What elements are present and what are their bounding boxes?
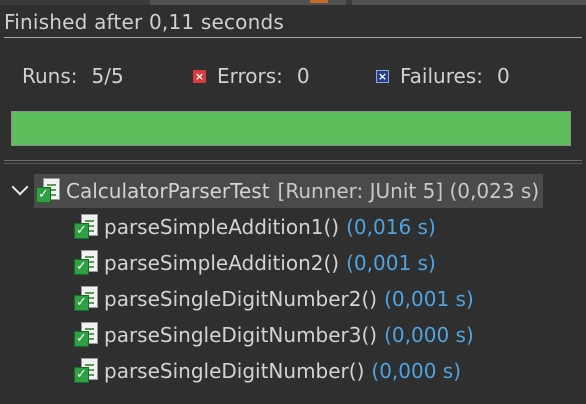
status-text: Finished after 0,11 seconds <box>4 10 284 34</box>
test-row[interactable]: ✓ parseSingleDigitNumber() (0,000 s) <box>72 354 461 388</box>
progress-fill <box>12 112 570 145</box>
tab-hint[interactable] <box>352 0 586 5</box>
test-time: (0,016 s) <box>346 215 436 239</box>
errors-counter: × Errors: 0 <box>193 64 310 88</box>
test-row[interactable]: ✓ parseSingleDigitNumber3() (0,000 s) <box>72 318 474 352</box>
errors-value: 0 <box>296 64 310 88</box>
status-divider <box>4 37 582 38</box>
test-name: parseSimpleAddition2() <box>104 251 340 275</box>
test-row[interactable]: ✓ parseSimpleAddition1() (0,016 s) <box>72 210 436 244</box>
chevron-down-icon[interactable] <box>8 174 34 208</box>
failures-counter: × Failures: 0 <box>376 64 510 88</box>
test-name: parseSingleDigitNumber3() <box>104 323 378 347</box>
runs-counter: Runs: 5/5 <box>22 64 124 88</box>
errors-label: Errors: <box>217 64 283 88</box>
test-row[interactable]: ✓ parseSingleDigitNumber2() (0,001 s) <box>72 282 474 316</box>
test-time: (0,000 s) <box>371 359 462 383</box>
error-icon: × <box>193 69 206 83</box>
test-name: parseSingleDigitNumber() <box>104 359 365 383</box>
top-tab-strip <box>0 0 586 5</box>
runs-label: Runs: <box>22 64 78 88</box>
suite-meta: [Runner: JUnit 5] (0,023 s) <box>277 179 540 203</box>
test-ok-icon: ✓ <box>72 320 102 350</box>
failures-value: 0 <box>496 64 510 88</box>
runs-value: 5/5 <box>91 64 124 88</box>
test-time: (0,000 s) <box>384 323 474 347</box>
section-divider <box>4 160 582 161</box>
test-ok-icon: ✓ <box>72 248 102 278</box>
test-time: (0,001 s) <box>346 251 436 275</box>
progress-bar <box>11 111 571 146</box>
tab-hint[interactable] <box>150 0 346 5</box>
test-ok-icon: ✓ <box>72 356 102 386</box>
selected-suite[interactable]: ✓ CalculatorParserTest [Runner: JUnit 5]… <box>34 174 544 208</box>
counters-bar: Runs: 5/5 × Errors: 0 × Failures: 0 <box>0 64 586 92</box>
failure-icon: × <box>376 69 389 83</box>
tree-root-row[interactable]: ✓ CalculatorParserTest [Runner: JUnit 5]… <box>8 174 544 208</box>
section-divider <box>4 163 582 164</box>
test-name: parseSimpleAddition1() <box>104 215 340 239</box>
test-row[interactable]: ✓ parseSimpleAddition2() (0,001 s) <box>72 246 436 280</box>
test-time: (0,001 s) <box>384 287 474 311</box>
failures-label: Failures: <box>400 64 483 88</box>
suite-name: CalculatorParserTest <box>66 179 270 203</box>
test-ok-icon: ✓ <box>72 284 102 314</box>
test-ok-icon: ✓ <box>72 212 102 242</box>
tab-accent <box>310 0 328 3</box>
test-name: parseSingleDigitNumber2() <box>104 287 378 311</box>
test-suite-ok-icon: ✓ <box>34 176 64 206</box>
